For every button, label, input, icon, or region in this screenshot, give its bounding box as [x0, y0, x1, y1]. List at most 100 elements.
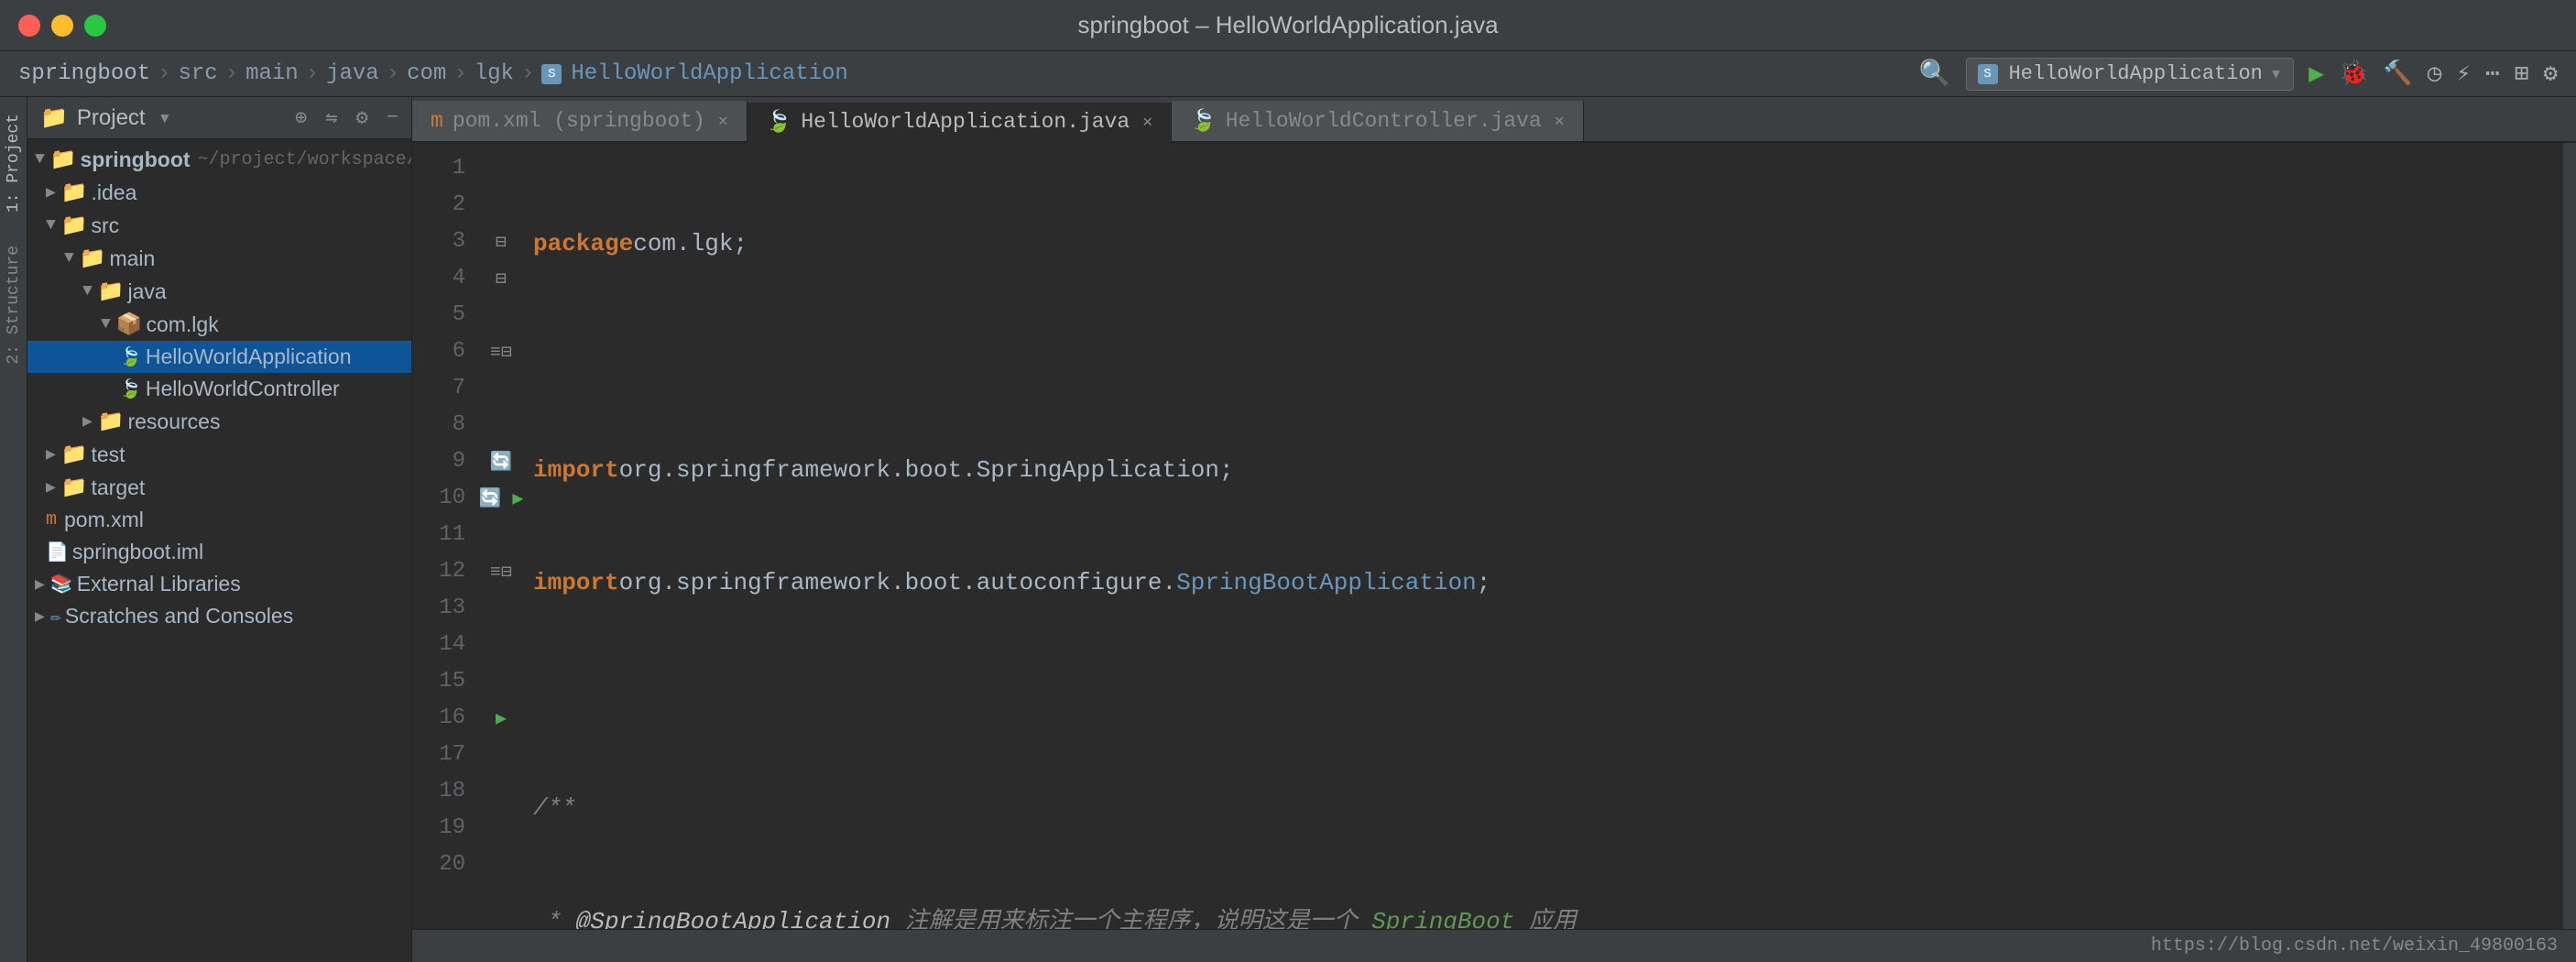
code-line-6: /** — [533, 791, 2563, 827]
run-config-dropdown-icon[interactable]: ▾ — [2270, 62, 2282, 86]
tab-hello-world-app[interactable]: 🍃 HelloWorldApplication.java ✕ — [748, 103, 1172, 143]
ctrl-tab-icon: 🍃 — [1190, 108, 1217, 134]
gutter-3: ⊟ — [478, 224, 524, 260]
tree-item-external-libs[interactable]: ▶ 📚 External Libraries — [27, 568, 411, 600]
close-panel-icon[interactable]: − — [387, 106, 398, 129]
class-icon: S — [541, 64, 562, 84]
code-line-3: import org.springframework.boot.SpringAp… — [533, 453, 2563, 489]
window-controls[interactable] — [18, 15, 106, 37]
code-editor[interactable]: 1 2 3 4 5 6 7 8 9 10 11 12 13 14 15 16 1… — [412, 143, 2576, 929]
right-scrollbar[interactable] — [2563, 143, 2576, 929]
tree-item-iml[interactable]: 📄 springboot.iml — [27, 536, 411, 568]
code-line-1: package com.lgk; — [533, 226, 2563, 263]
tab-hello-world-ctrl[interactable]: 🍃 HelloWorldController.java ✕ — [1172, 101, 1584, 141]
gutter-11 — [478, 517, 524, 553]
gutter-8 — [478, 407, 524, 443]
project-header: 📁 Project ▾ ⊕ ⇋ ⚙ − — [27, 97, 411, 139]
caret-icon: ▶ — [46, 477, 56, 497]
tree-label-springboot: springboot — [80, 148, 190, 172]
caret-icon: ▼ — [46, 216, 56, 235]
run-button[interactable]: ▶ — [2309, 58, 2324, 90]
gutter-2 — [478, 187, 524, 224]
app-tab-close[interactable]: ✕ — [1142, 112, 1152, 132]
gutter-19 — [478, 810, 524, 847]
scroll-from-source-icon[interactable]: ⇋ — [325, 106, 337, 130]
gutter-9[interactable]: 🔄 — [478, 443, 524, 480]
tree-item-target[interactable]: ▶ 📁 target — [27, 471, 411, 504]
minimize-button[interactable] — [51, 15, 73, 37]
gutter-6[interactable]: ≡⊟ — [478, 333, 524, 370]
tree-item-pom[interactable]: m pom.xml — [27, 504, 411, 536]
tree-label-target: target — [91, 476, 145, 500]
tree-label-test: test — [91, 443, 125, 467]
run-config-icon: S — [1978, 64, 1998, 84]
tree-item-idea[interactable]: ▶ 📁 .idea — [27, 176, 411, 209]
split-editor-button[interactable]: ⊞ — [2515, 60, 2529, 88]
caret-icon: ▶ — [46, 444, 56, 465]
gutter-18 — [478, 773, 524, 810]
spring-class-icon-ctrl: 🍃 — [119, 377, 142, 401]
tree-item-src[interactable]: ▼ 📁 src — [27, 209, 411, 242]
scratches-icon: ✏ — [50, 605, 61, 629]
gutter-16[interactable]: ▶ — [478, 700, 524, 737]
breadcrumb-java[interactable]: java — [326, 61, 379, 86]
caret-icon: ▼ — [64, 249, 74, 268]
build-button[interactable]: 🔨 — [2383, 60, 2412, 88]
tree-item-hello-world-ctrl[interactable]: 🍃 HelloWorldController — [27, 373, 411, 405]
breadcrumb-com[interactable]: com — [407, 61, 446, 86]
debug-button[interactable]: 🐞 — [2339, 60, 2368, 88]
code-line-5 — [533, 678, 2563, 715]
tree-item-com-lgk[interactable]: ▼ 📦 com.lgk — [27, 308, 411, 341]
search-everywhere-icon[interactable]: 🔍 — [1919, 58, 1951, 90]
breadcrumb-springboot[interactable]: springboot — [18, 61, 150, 86]
tree-item-springboot[interactable]: ▼ 📁 springboot ~/project/workspace/sprin… — [27, 143, 411, 176]
gutter-15 — [478, 663, 524, 700]
project-settings-icon[interactable]: ⚙ — [356, 106, 368, 130]
breadcrumb-current[interactable]: HelloWorldApplication — [571, 61, 847, 86]
run-configuration[interactable]: S HelloWorldApplication ▾ — [1966, 58, 2295, 91]
settings-button[interactable]: ⚙ — [2543, 60, 2558, 88]
coverage-button[interactable]: ◷ — [2428, 60, 2442, 88]
folder-icon-orange: 📁 — [61, 475, 88, 500]
tree-item-test[interactable]: ▶ 📁 test — [27, 438, 411, 471]
close-button[interactable] — [18, 15, 40, 37]
tree-item-resources[interactable]: ▶ 📁 resources — [27, 405, 411, 438]
external-libs-icon: 📚 — [50, 573, 73, 596]
add-content-root-icon[interactable]: ⊕ — [295, 106, 307, 130]
breadcrumb-src[interactable]: src — [178, 61, 217, 86]
code-line-7: * @SpringBootApplication 注解是用来标注一个主程序，说明… — [533, 903, 2563, 929]
pom-tab-label: pom.xml (springboot) — [453, 109, 705, 133]
more-button[interactable]: ⋯ — [2485, 60, 2500, 88]
tab-project[interactable]: 1: Project — [1, 106, 27, 220]
title-bar: springboot – HelloWorldApplication.java — [0, 0, 2576, 51]
folder-icon: 📁 — [50, 147, 77, 172]
tree-item-main[interactable]: ▼ 📁 main — [27, 242, 411, 275]
breadcrumb-lgk[interactable]: lgk — [475, 61, 514, 86]
tree-item-hello-world-app[interactable]: 🍃 HelloWorldApplication — [27, 341, 411, 373]
toolbar-right: 🔍 S HelloWorldApplication ▾ ▶ 🐞 🔨 ◷ ⚡ ⋯ … — [1919, 58, 2558, 91]
ctrl-tab-close[interactable]: ✕ — [1555, 111, 1565, 131]
tree-label-src: src — [91, 213, 119, 238]
tab-pom-xml[interactable]: m pom.xml (springboot) ✕ — [412, 101, 748, 141]
folder-icon: 📁 — [61, 442, 88, 467]
folder-icon: 📁 — [98, 409, 125, 434]
profile-button[interactable]: ⚡ — [2456, 60, 2471, 88]
folder-icon: 📁 — [80, 246, 106, 271]
ctrl-tab-label: HelloWorldController.java — [1226, 109, 1542, 133]
tab-structure[interactable]: 2: Structure — [1, 238, 27, 372]
tree-label-external-libs: External Libraries — [77, 572, 241, 596]
maximize-button[interactable] — [84, 15, 106, 37]
breadcrumb-main[interactable]: main — [246, 61, 299, 86]
pom-icon: m — [46, 509, 57, 530]
code-content[interactable]: package com.lgk; import org.springframew… — [524, 143, 2563, 929]
breadcrumb-bar: springboot › src › main › java › com › l… — [0, 51, 2576, 97]
folder-icon: 📁 — [61, 180, 88, 205]
gutter-14 — [478, 627, 524, 663]
pom-tab-close[interactable]: ✕ — [718, 111, 728, 131]
project-dropdown-icon[interactable]: ▾ — [158, 104, 171, 132]
tree-label-hello-world-ctrl: HelloWorldController — [146, 377, 340, 401]
gutter-10[interactable]: 🔄 ▶ — [478, 480, 524, 517]
tree-item-scratches[interactable]: ▶ ✏ Scratches and Consoles — [27, 600, 411, 632]
gutter-20 — [478, 847, 524, 883]
tree-item-java[interactable]: ▼ 📁 java — [27, 275, 411, 308]
